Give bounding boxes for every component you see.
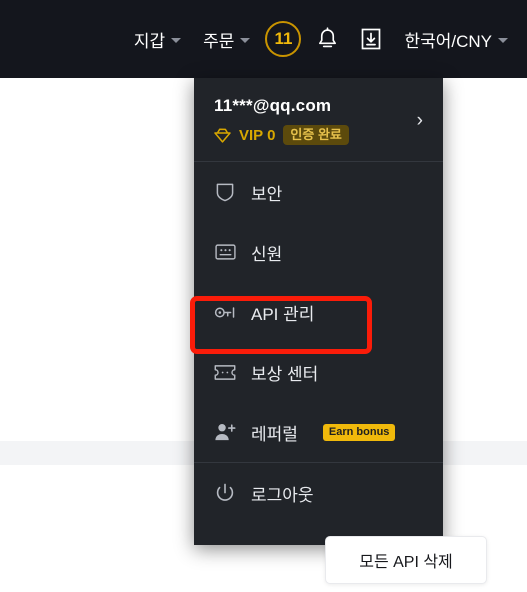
- nav-item-orders[interactable]: 주문: [192, 0, 261, 78]
- page-root: 지갑 주문 11 한국어/CNY 11***@qq.com VIP 0 인증 완…: [0, 0, 527, 592]
- notification-count-badge[interactable]: 11: [265, 21, 302, 57]
- menu-item-referral[interactable]: 레퍼럴 Earn bonus: [194, 402, 443, 462]
- nav-item-wallet-label: 지갑: [133, 31, 166, 51]
- account-email: 11***@qq.com: [214, 96, 332, 115]
- shield-icon: [214, 181, 236, 203]
- menu-item-api-management-label: API 관리: [251, 304, 315, 324]
- earn-bonus-badge: Earn bonus: [322, 423, 396, 441]
- bell-button[interactable]: [305, 0, 349, 78]
- nav-item-wallet[interactable]: 지갑: [123, 0, 192, 78]
- language-currency-selector[interactable]: 한국어/CNY: [393, 0, 519, 78]
- id-card-icon: [214, 241, 236, 263]
- account-dropdown-menu: 11***@qq.com VIP 0 인증 완료 › 보안 신원 API 관리 …: [194, 78, 443, 545]
- menu-item-api-management[interactable]: API 관리: [194, 282, 443, 342]
- menu-item-identity-label: 신원: [251, 244, 283, 264]
- menu-item-identity[interactable]: 신원: [194, 222, 443, 282]
- menu-item-security[interactable]: 보안: [194, 162, 443, 222]
- menu-item-rewards-center[interactable]: 보상 센터: [194, 342, 443, 402]
- delete-all-api-label: 모든 API 삭제: [359, 554, 453, 571]
- menu-item-logout[interactable]: 로그아웃: [194, 463, 443, 523]
- api-key-icon: [214, 301, 236, 323]
- account-summary[interactable]: 11***@qq.com VIP 0 인증 완료 ›: [194, 78, 443, 161]
- vip-level-label: VIP 0: [239, 126, 276, 144]
- account-vip-row: VIP 0 인증 완료: [214, 125, 349, 145]
- diamond-icon: [214, 128, 231, 143]
- menu-item-rewards-center-label: 보상 센터: [251, 364, 319, 384]
- chevron-down-icon: [240, 38, 251, 43]
- nav-item-orders-label: 주문: [203, 31, 235, 51]
- chevron-right-icon: ›: [416, 109, 423, 131]
- download-button[interactable]: [349, 0, 393, 78]
- account-summary-text: 11***@qq.com VIP 0 인증 완료: [214, 96, 349, 145]
- notification-count-button[interactable]: 11: [261, 0, 305, 78]
- download-inbox-icon: [362, 28, 381, 50]
- bell-icon: [318, 26, 336, 47]
- chevron-down-icon: [171, 38, 182, 43]
- language-currency-label: 한국어/CNY: [404, 31, 492, 51]
- verified-badge: 인증 완료: [283, 125, 349, 145]
- power-icon: [214, 482, 236, 504]
- top-navigation-bar: 지갑 주문 11 한국어/CNY: [0, 0, 527, 78]
- menu-item-security-label: 보안: [251, 184, 283, 204]
- delete-all-api-button[interactable]: 모든 API 삭제: [325, 536, 487, 584]
- notification-count-value: 11: [274, 29, 293, 48]
- user-plus-icon: [214, 421, 236, 443]
- ticket-icon: [214, 361, 236, 383]
- chevron-down-icon: [498, 38, 508, 43]
- menu-item-logout-label: 로그아웃: [251, 485, 314, 505]
- menu-item-referral-label: 레퍼럴: [251, 424, 298, 444]
